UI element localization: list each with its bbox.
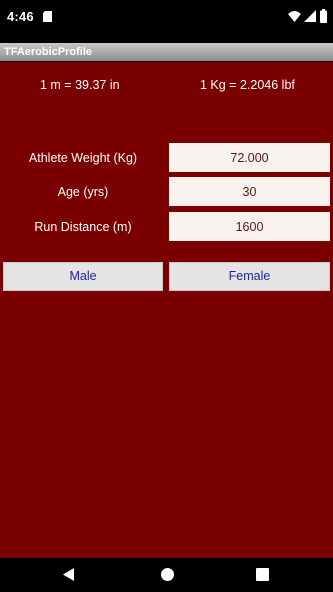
home-icon[interactable] — [161, 568, 174, 581]
length-conversion: 1 m = 39.37 in — [40, 78, 120, 92]
distance-input[interactable] — [169, 212, 330, 241]
navigation-bar — [0, 558, 333, 592]
male-button[interactable]: Male — [3, 262, 163, 291]
signal-icon — [304, 10, 316, 22]
back-icon[interactable] — [63, 568, 75, 581]
status-time: 4:46 — [7, 9, 34, 24]
age-label: Age (yrs) — [57, 185, 109, 199]
main-content: 1 m = 39.37 in 1 Kg = 2.2046 lbf Athlete… — [0, 62, 333, 558]
weight-label: Athlete Weight (Kg) — [28, 151, 138, 165]
battery-icon — [320, 9, 327, 23]
female-button[interactable]: Female — [169, 262, 330, 291]
recents-icon[interactable] — [256, 568, 269, 581]
app-title: TFAerobicProfile — [4, 46, 93, 58]
sd-card-icon — [43, 11, 52, 22]
distance-label: Run Distance (m) — [34, 220, 132, 234]
wifi-icon — [288, 11, 301, 22]
weight-input[interactable] — [169, 143, 330, 172]
status-bar: 4:46 — [0, 0, 333, 35]
age-input[interactable] — [169, 177, 330, 206]
mass-conversion: 1 Kg = 2.2046 lbf — [200, 78, 295, 92]
app-title-bar: TFAerobicProfile — [0, 43, 333, 61]
